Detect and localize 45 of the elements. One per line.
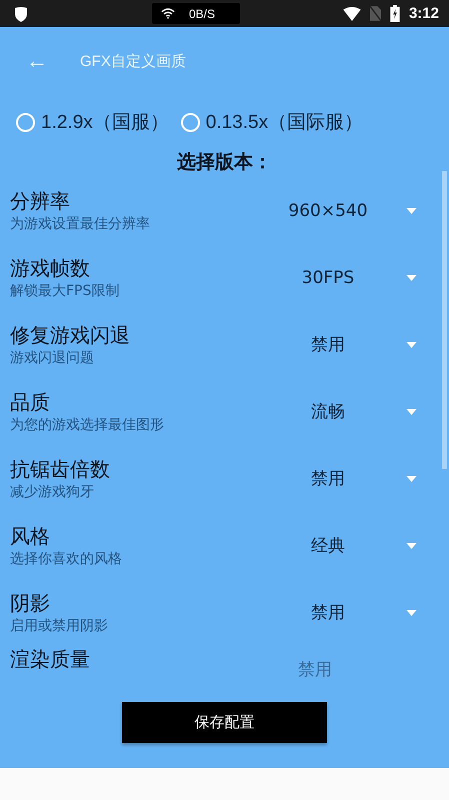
setting-label: 阴影 — [10, 590, 51, 616]
setting-label: 分辨率 — [10, 188, 71, 214]
battery-charging-icon — [390, 5, 400, 22]
version-label: 0.13.5x（国际服） — [206, 111, 364, 135]
setting-hint: 解锁最大FPS限制 — [10, 282, 120, 300]
setting-hint: 减少游戏狗牙 — [10, 482, 95, 502]
save-config-button[interactable]: 保存配置 — [122, 702, 327, 743]
setting-label: 抗锯齿倍数 — [10, 456, 111, 482]
version-radio[interactable]: 1.2.9x（国服） — [16, 107, 169, 137]
setting-label: 游戏帧数 — [10, 254, 91, 280]
section-title: 选择版本： — [176, 150, 273, 171]
setting-dropdown[interactable]: 960×540 — [250, 200, 425, 220]
setting-hint: 为您的游戏选择最佳图形 — [10, 416, 165, 434]
setting-dropdown[interactable]: 禁用 — [250, 333, 425, 356]
setting-hint: 启用或禁用阴影 — [10, 616, 109, 636]
wifi-signal-icon — [342, 6, 361, 20]
setting-dropdown[interactable]: 30FPS — [250, 268, 425, 288]
setting-label: 修复游戏闪退 — [10, 322, 131, 348]
setting-label: 品质 — [10, 388, 51, 414]
setting-dropdown[interactable]: 禁用 — [250, 601, 425, 624]
version-radio[interactable]: 0.13.5x（国际服） — [180, 107, 364, 137]
setting-dropdown[interactable]: 经典 — [250, 534, 425, 557]
radio-icon[interactable] — [180, 112, 200, 132]
clock: 3:12 — [408, 5, 439, 22]
setting-dropdown[interactable]: 流畅 — [250, 400, 425, 423]
dropdown-caret-icon — [406, 610, 417, 616]
screen-title: GFX自定义画质 — [80, 52, 186, 70]
version-label: 1.2.9x（国服） — [41, 111, 169, 135]
setting-hint: 游戏闪退问题 — [10, 348, 95, 368]
speed-text: 0B/S — [189, 6, 216, 20]
shield-icon — [14, 6, 28, 22]
no-sim-icon — [370, 6, 381, 21]
wifi-icon — [161, 8, 175, 19]
setting-label: 渲染质量 — [10, 646, 91, 672]
setting-hint: 选择你喜欢的风格 — [10, 550, 123, 568]
dropdown-caret-icon — [406, 342, 417, 348]
dropdown-caret-icon — [406, 274, 417, 280]
dropdown-caret-icon — [406, 408, 417, 414]
setting-hint: 为游戏设置最佳分辨率 — [10, 214, 151, 234]
setting-label: 风格 — [10, 522, 51, 548]
dropdown-caret-icon — [406, 208, 417, 214]
dropdown-caret-icon — [406, 542, 417, 548]
setting-dropdown[interactable]: 禁用 — [250, 467, 425, 490]
radio-icon[interactable] — [16, 112, 35, 132]
dropdown-caret-icon — [406, 476, 417, 482]
